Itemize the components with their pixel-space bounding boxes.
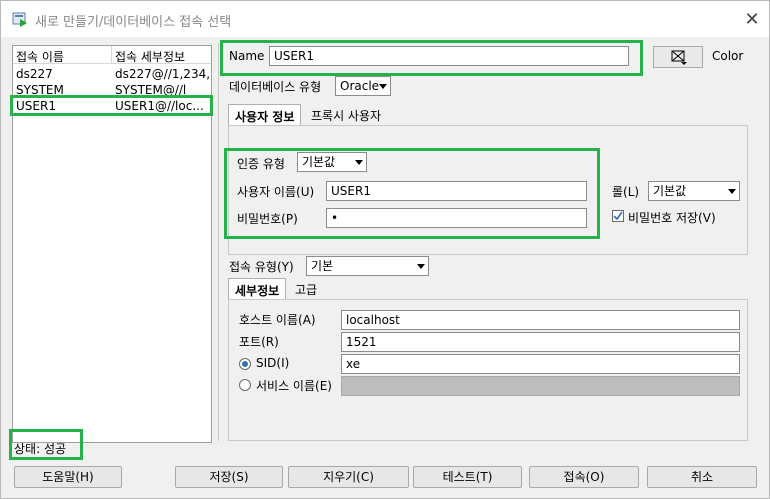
clear-button[interactable]: 지우기(C)	[288, 466, 409, 488]
service-label: 서비스 이름(E)	[256, 379, 332, 393]
test-button[interactable]: 테스트(T)	[413, 466, 522, 488]
save-password-checkbox[interactable]	[612, 210, 624, 222]
connection-row[interactable]: ds227 ds227@//1,234,...	[13, 67, 211, 83]
status-highlight	[9, 429, 83, 460]
chevron-down-icon	[728, 189, 736, 194]
color-picker-icon	[671, 50, 687, 65]
save-button[interactable]: 저장(S)	[175, 466, 283, 488]
connection-detail: ds227@//1,234,...	[115, 67, 211, 81]
title-bar: 새로 만들기/데이터베이스 접속 선택 ✕	[1, 1, 769, 37]
cancel-button[interactable]: 취소	[647, 466, 757, 488]
column-header-detail[interactable]: 접속 세부정보	[115, 48, 185, 65]
name-highlight	[220, 40, 643, 76]
role-select[interactable]: 기본값	[648, 181, 740, 201]
host-input[interactable]: localhost	[341, 310, 740, 330]
sid-input[interactable]: xe	[341, 354, 740, 374]
window-title: 새로 만들기/데이터베이스 접속 선택	[35, 15, 232, 30]
new-connection-dialog: 새로 만들기/데이터베이스 접속 선택 ✕ 접속 이름 접속 세부정보 ds22…	[0, 0, 770, 499]
help-button[interactable]: 도움말(H)	[14, 466, 122, 488]
check-icon	[613, 211, 623, 221]
connection-list-header: 접속 이름 접속 세부정보	[13, 46, 211, 64]
role-label: 롤(L)	[612, 185, 640, 199]
save-password-label: 비밀번호 저장(V)	[628, 211, 716, 225]
port-input[interactable]: 1521	[341, 332, 740, 352]
database-connection-icon	[12, 12, 27, 27]
service-radio[interactable]	[239, 379, 251, 391]
chevron-down-icon	[417, 264, 425, 269]
color-label: Color	[712, 49, 744, 63]
tab-user-info[interactable]: 사용자 정보	[228, 104, 302, 126]
tab-proxy-user[interactable]: 프록시 사용자	[305, 104, 387, 126]
port-label: 포트(R)	[239, 335, 279, 349]
role-value: 기본값	[653, 184, 687, 198]
db-type-label: 데이터베이스 유형	[229, 80, 322, 94]
splitter[interactable]	[218, 43, 219, 441]
conn-type-value: 기본	[311, 259, 334, 273]
db-type-value: Oracle	[340, 79, 380, 93]
tab-details[interactable]: 세부정보	[228, 278, 287, 300]
color-button[interactable]	[653, 46, 703, 68]
conn-type-label: 접속 유형(Y)	[229, 260, 294, 274]
conn-type-select[interactable]: 기본	[306, 256, 429, 276]
connect-button[interactable]: 접속(O)	[529, 466, 639, 488]
tab-advanced[interactable]: 고급	[289, 278, 323, 300]
chevron-down-icon	[379, 84, 387, 89]
host-label: 호스트 이름(A)	[239, 313, 316, 327]
column-header-name[interactable]: 접속 이름	[16, 48, 64, 65]
credentials-highlight	[224, 148, 600, 239]
sid-label: SID(I)	[256, 356, 290, 370]
close-icon[interactable]: ✕	[741, 9, 763, 31]
db-type-select[interactable]: Oracle	[335, 76, 391, 96]
service-input	[341, 376, 740, 396]
sid-radio[interactable]	[239, 358, 251, 370]
selected-row-highlight	[10, 95, 213, 116]
connection-name: ds227	[16, 67, 53, 81]
